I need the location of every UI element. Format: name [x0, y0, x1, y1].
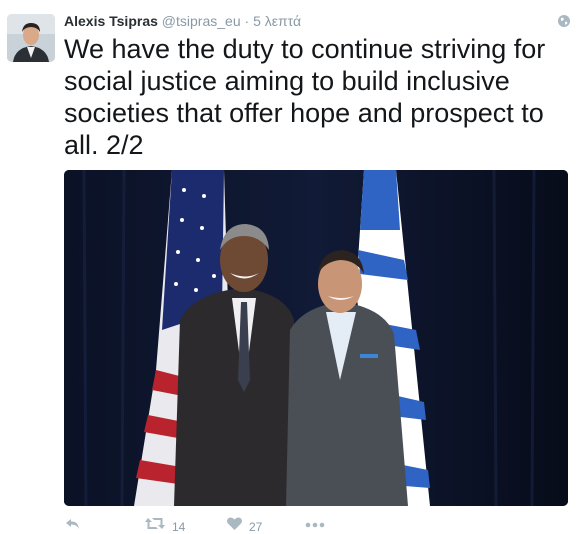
like-button[interactable]: 27 [226, 516, 262, 534]
tweet-timestamp[interactable]: 5 λεπτά [253, 13, 301, 29]
more-icon [305, 522, 325, 528]
globe-icon [558, 15, 570, 27]
tweet-text: We have the duty to continue striving fo… [64, 34, 546, 160]
heart-icon [227, 517, 242, 530]
reply-icon [66, 519, 79, 529]
tweet-actions: 14 27 [64, 516, 384, 534]
more-button[interactable] [304, 516, 326, 531]
author-name[interactable]: Alexis Tsipras [64, 13, 158, 29]
reply-button[interactable] [64, 516, 82, 531]
tweet-photo[interactable] [64, 170, 568, 506]
retweet-icon [145, 518, 165, 529]
header-separator: · [244, 13, 250, 29]
avatar[interactable] [7, 14, 55, 62]
like-count: 27 [249, 520, 263, 534]
tweet-header: Alexis Tsipras @tsipras_eu · 5 λεπτά [64, 12, 301, 30]
retweet-button[interactable]: 14 [144, 516, 185, 534]
tweet: Alexis Tsipras @tsipras_eu · 5 λεπτά We … [0, 0, 584, 534]
retweet-count: 14 [172, 520, 186, 534]
author-handle[interactable]: @tsipras_eu [162, 13, 241, 29]
